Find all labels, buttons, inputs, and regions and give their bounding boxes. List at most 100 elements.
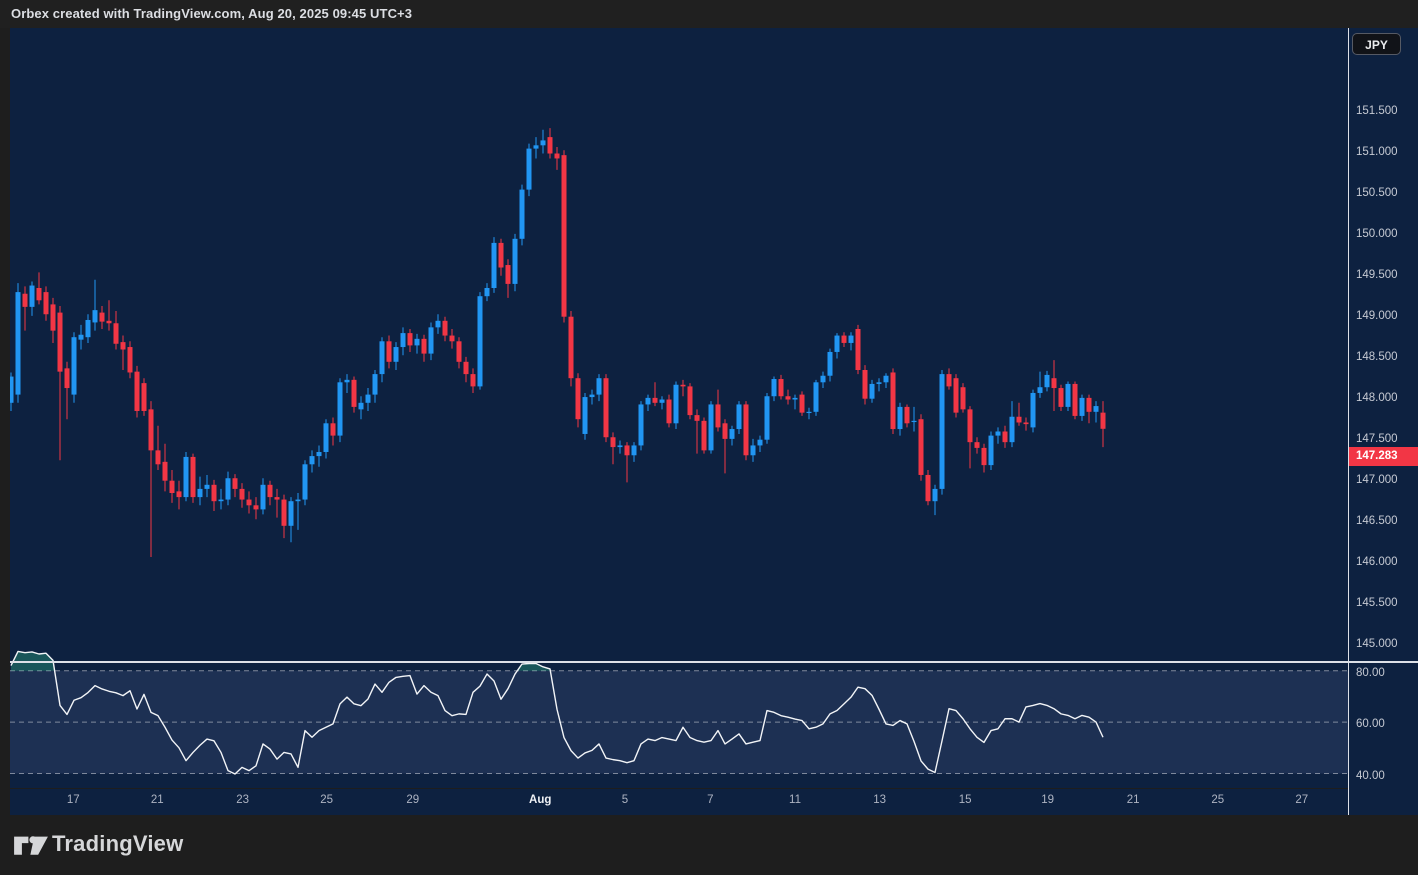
candle-body [317,452,322,456]
candle-body [800,395,805,413]
candle-body [751,445,756,455]
pane-separator[interactable] [10,661,1418,663]
candle-body [310,456,315,464]
candle-body [114,323,119,344]
candle-body [688,386,693,415]
candle-body [366,395,371,403]
time-axis-label: 23 [236,794,249,806]
candle-body [758,440,763,446]
price-axis-label: 150.500 [1356,186,1398,200]
candle-body [667,400,672,424]
candle-body [562,155,567,317]
candle-body [338,382,343,435]
candle-body [198,489,203,497]
candle-body [982,448,987,465]
candle-body [877,382,882,384]
candle-body [541,140,546,145]
candle-body [254,505,259,509]
time-axis-label: 27 [1295,794,1308,806]
candle-body [940,374,945,489]
candle-body [429,327,434,353]
time-axis-label: 21 [1127,794,1140,806]
candle-body [919,419,924,475]
candle-body [548,137,553,153]
candle-body [352,380,357,407]
candle-body [1031,393,1036,427]
candle-body [79,335,84,340]
candle-body [1045,375,1050,387]
candle-body [86,320,91,337]
candle-body [485,288,490,296]
time-axis-label: 15 [959,794,972,806]
candle-body [1017,417,1022,423]
candle-body [716,404,721,427]
candle-body [359,403,364,410]
candle-body [660,400,665,403]
rsi-axis-label: 60.00 [1356,717,1385,731]
candle-body [898,407,903,429]
candle-body [191,457,196,497]
candle-body [275,497,280,499]
candle-body [135,372,140,411]
candle-body [240,489,245,500]
candle-body [821,376,826,383]
candle-body [394,347,399,362]
candle-body [856,329,861,370]
candle-body [730,429,735,439]
time-axis-label: 7 [707,794,713,806]
candle-body [457,341,462,362]
candle-body [72,337,77,394]
candle-body [709,404,714,450]
candle-body [163,462,168,481]
candle-body [576,378,581,419]
candle-body [849,336,854,343]
candle-body [1052,378,1057,388]
time-axis-label: 13 [873,794,886,806]
candle-body [226,478,231,499]
candle-body [723,423,728,439]
candle-body [170,481,175,493]
candle-body [128,347,133,372]
price-axis-label: 148.500 [1356,350,1398,364]
price-axis[interactable]: JPY 147.283 151.500151.000150.500150.000… [1348,28,1418,815]
time-axis-label: 21 [151,794,164,806]
candle-body [555,154,560,159]
candle-body [737,404,742,429]
candle-body [499,243,504,268]
symbol-badge[interactable]: JPY [1352,33,1401,55]
rsi-axis-label: 40.00 [1356,769,1385,783]
candle-body [520,190,525,239]
tradingview-logo-icon [14,834,48,860]
time-axis[interactable]: 1721232529Aug5711131519212527 [10,789,1348,815]
price-and-rsi-panes[interactable] [10,28,1348,789]
candle-body [674,385,679,424]
candle-body [233,478,238,489]
candle-body [10,377,14,403]
candle-body [891,372,896,429]
candle-body [478,296,483,386]
candle-body [324,423,329,452]
candle-body [219,500,224,502]
candle-body [1073,384,1078,416]
candle-body [121,342,126,349]
candle-body [1038,387,1043,393]
candle-body [786,396,791,399]
candle-body [632,445,637,455]
candle-body [464,362,469,374]
candle-body [604,378,609,437]
attribution-text: Orbex created with TradingView.com, Aug … [11,0,412,28]
candle-body [870,384,875,399]
time-axis-label: 29 [406,794,419,806]
candle-body [905,407,910,423]
candle-body [422,339,427,354]
price-pane-bg [10,28,1348,634]
candle-body [933,489,938,501]
candle-body [583,397,588,434]
time-axis-label: 19 [1041,794,1054,806]
candle-body [1010,417,1015,442]
candle-body [947,374,952,386]
candle-body [268,485,273,497]
candle-body [30,286,35,307]
price-axis-label: 151.000 [1356,145,1398,159]
candle-body [1059,388,1064,407]
